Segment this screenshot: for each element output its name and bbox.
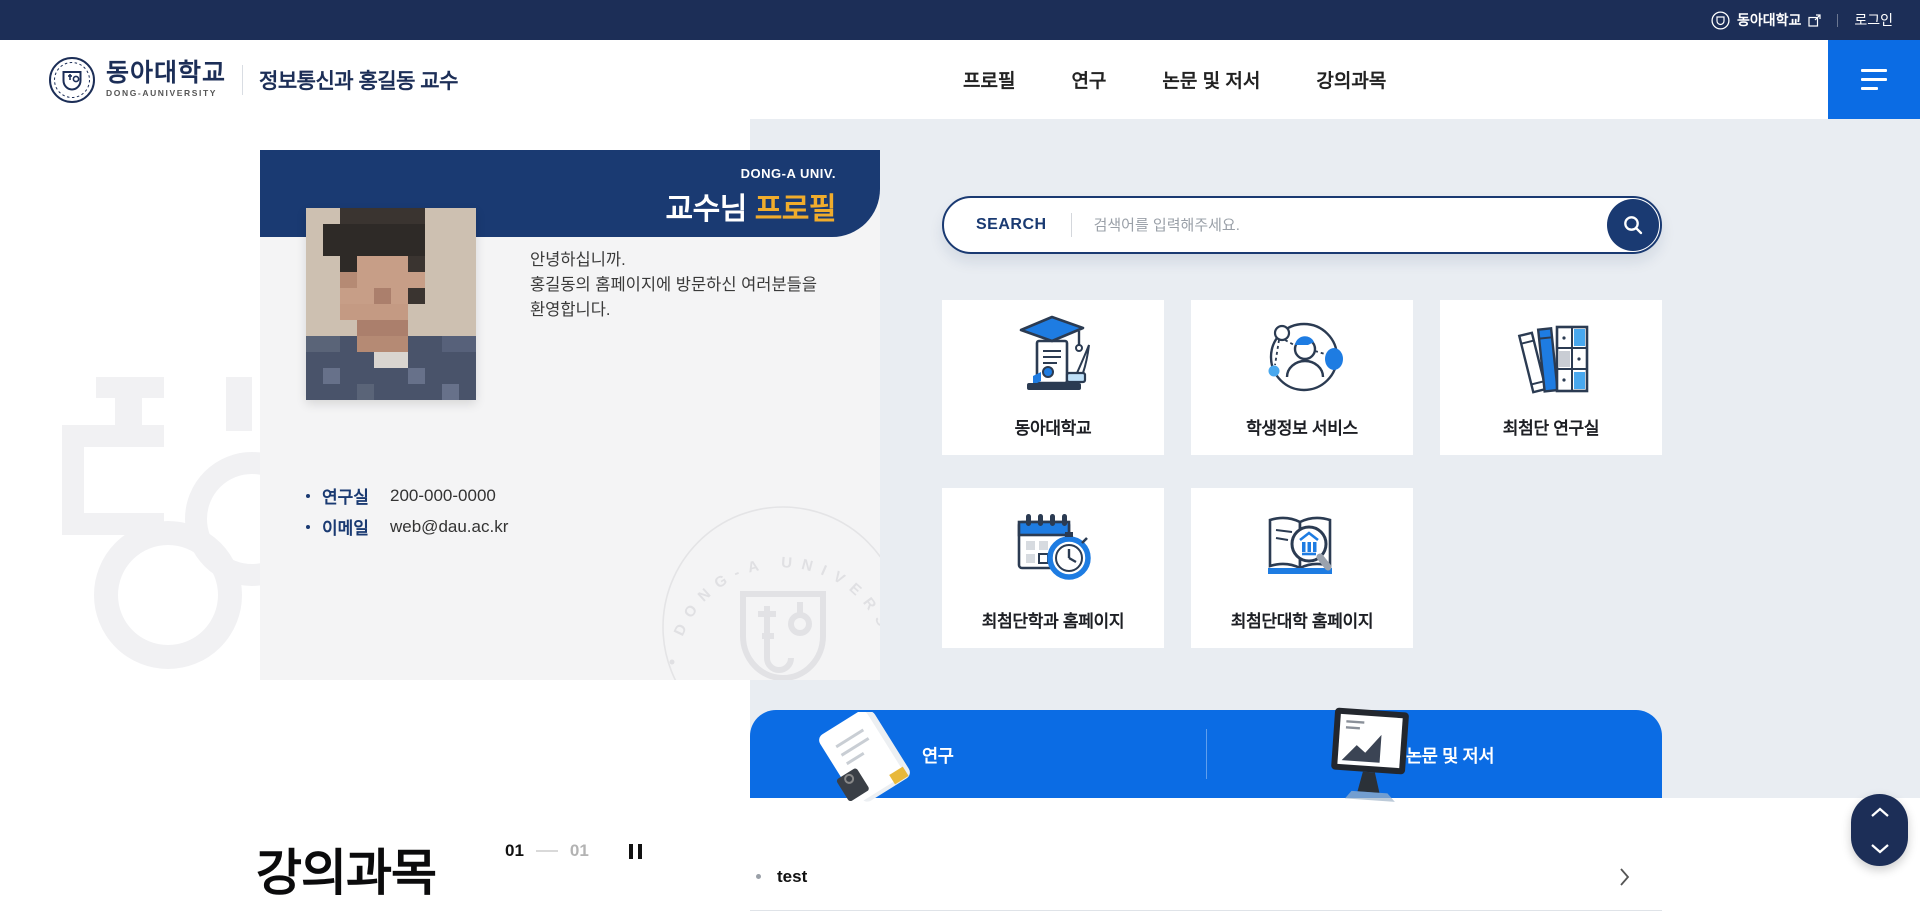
search-divider bbox=[1071, 213, 1072, 237]
main-content: DONG-A UNIV. 교수님 프로필 DONG-A UNIVERSITY bbox=[0, 119, 1920, 919]
dong-a-logo-emblem-icon bbox=[48, 56, 96, 104]
pagination-dash bbox=[536, 850, 558, 852]
nav-item-research[interactable]: 연구 bbox=[1071, 66, 1106, 93]
lecture-item[interactable]: test bbox=[750, 843, 1662, 911]
login-link[interactable]: 로그인 bbox=[1854, 10, 1893, 30]
main-nav: 프로필 연구 논문 및 저서 강의과목 bbox=[963, 40, 1386, 119]
card-title-accent: 프로필 bbox=[755, 193, 836, 226]
menu-button[interactable] bbox=[1828, 40, 1920, 119]
student-network-icon bbox=[1254, 300, 1350, 414]
info-row-email: 이메일 web@dau.ac.kr bbox=[306, 511, 508, 542]
nav-item-lectures[interactable]: 강의과목 bbox=[1316, 66, 1386, 93]
book-search-icon bbox=[1254, 488, 1350, 607]
university-seal-watermark: DONG-A UNIVERSITY bbox=[658, 502, 880, 680]
scroll-controls bbox=[1851, 794, 1908, 866]
research-papers-illustration bbox=[808, 712, 938, 813]
bullet bbox=[756, 874, 761, 879]
logo-subtitle: DONG-AUNIVERSITY bbox=[106, 88, 226, 98]
external-link-icon bbox=[1808, 14, 1821, 27]
bookshelf-icon bbox=[1505, 300, 1597, 414]
lecture-item-label: test bbox=[777, 867, 807, 887]
brand-divider bbox=[242, 65, 243, 95]
lecture-list: test bbox=[750, 843, 1662, 911]
page-title: 정보통신과 홍길동 교수 bbox=[259, 65, 458, 95]
quick-links-grid: 동아대학교 학생 bbox=[942, 300, 1662, 643]
profile-slide-card: DONG-A UNIV. 교수님 프로필 DONG-A UNIVERSITY bbox=[260, 150, 880, 680]
bullet bbox=[306, 494, 310, 498]
university-site-link[interactable]: 동아대학교 bbox=[1711, 10, 1821, 30]
slide-total: 01 bbox=[570, 841, 589, 861]
banner-label: 논문 및 저서 bbox=[1406, 743, 1494, 768]
topbar-divider bbox=[1837, 14, 1838, 27]
info-row-office: 연구실 200-000-0000 bbox=[306, 480, 508, 511]
card-eyebrow: DONG-A UNIV. bbox=[260, 166, 836, 181]
brand[interactable]: 동아대학교 DONG-AUNIVERSITY 정보통신과 홍길동 교수 bbox=[48, 40, 458, 119]
university-emblem-icon bbox=[1711, 11, 1730, 30]
search-input[interactable] bbox=[1094, 217, 1607, 234]
slide-current: 01 bbox=[505, 841, 524, 861]
quick-link-label: 최첨단 연구실 bbox=[1503, 414, 1599, 439]
search-label: SEARCH bbox=[976, 216, 1047, 234]
logo-title: 동아대학교 bbox=[106, 61, 226, 86]
office-phone-value: 200-000-0000 bbox=[390, 486, 496, 506]
quick-link-student-info[interactable]: 학생정보 서비스 bbox=[1191, 300, 1413, 455]
university-link-label: 동아대학교 bbox=[1737, 10, 1801, 30]
nav-item-publications[interactable]: 논문 및 저서 bbox=[1162, 66, 1260, 93]
chevron-right-icon bbox=[1619, 867, 1630, 892]
lecture-section-title: 강의과목 bbox=[256, 833, 436, 905]
quick-link-label: 최첨단대학 홈페이지 bbox=[1231, 607, 1373, 632]
quick-link-department-homepage[interactable]: 최첨단학과 홈페이지 bbox=[942, 488, 1164, 648]
graduation-diploma-icon bbox=[1007, 300, 1099, 414]
quick-link-label: 최첨단학과 홈페이지 bbox=[982, 607, 1124, 632]
chevron-down-icon bbox=[1870, 843, 1890, 854]
quick-link-dong-a-univ[interactable]: 동아대학교 bbox=[942, 300, 1164, 455]
banner-label: 연구 bbox=[922, 743, 954, 768]
site-header: 동아대학교 DONG-AUNIVERSITY 정보통신과 홍길동 교수 프로필 … bbox=[0, 40, 1920, 119]
email-value: web@dau.ac.kr bbox=[390, 517, 508, 537]
scroll-down-button[interactable] bbox=[1851, 830, 1908, 866]
banner-research[interactable]: 연구 bbox=[750, 710, 1206, 798]
contact-info-list: 연구실 200-000-0000 이메일 web@dau.ac.kr bbox=[306, 480, 508, 542]
background-logo-watermark bbox=[36, 377, 298, 682]
quick-link-research-lab[interactable]: 최첨단 연구실 bbox=[1440, 300, 1662, 455]
logo-text: 동아대학교 DONG-AUNIVERSITY bbox=[106, 61, 226, 98]
search-bar: SEARCH bbox=[942, 196, 1662, 254]
calendar-clock-icon bbox=[1005, 488, 1101, 607]
scroll-up-button[interactable] bbox=[1851, 794, 1908, 830]
quick-link-college-homepage[interactable]: 최첨단대학 홈페이지 bbox=[1191, 488, 1413, 648]
slider-pagination: 01 01 bbox=[505, 841, 644, 861]
professor-photo bbox=[306, 208, 476, 400]
top-utility-bar: 동아대학교 로그인 bbox=[0, 0, 1920, 40]
chevron-up-icon bbox=[1870, 807, 1890, 818]
search-submit-button[interactable] bbox=[1607, 199, 1659, 251]
search-icon bbox=[1621, 213, 1645, 237]
slider-pause-button[interactable] bbox=[627, 842, 644, 861]
bullet bbox=[306, 525, 310, 529]
hamburger-icon bbox=[1861, 69, 1887, 72]
quick-link-label: 학생정보 서비스 bbox=[1246, 414, 1358, 439]
shortcut-banner: 연구 bbox=[750, 710, 1662, 798]
nav-item-profile[interactable]: 프로필 bbox=[963, 66, 1015, 93]
banner-publications[interactable]: 논문 및 저서 bbox=[1206, 710, 1662, 798]
quick-link-label: 동아대학교 bbox=[1015, 414, 1092, 439]
greeting-text: 안녕하십니까. 홍길동의 홈페이지에 방문하신 여러분들을 환영합니다. bbox=[530, 248, 817, 323]
professor-homepage: 동아대학교 로그인 동아대학교 DONG-AUNIVE bbox=[0, 0, 1920, 919]
